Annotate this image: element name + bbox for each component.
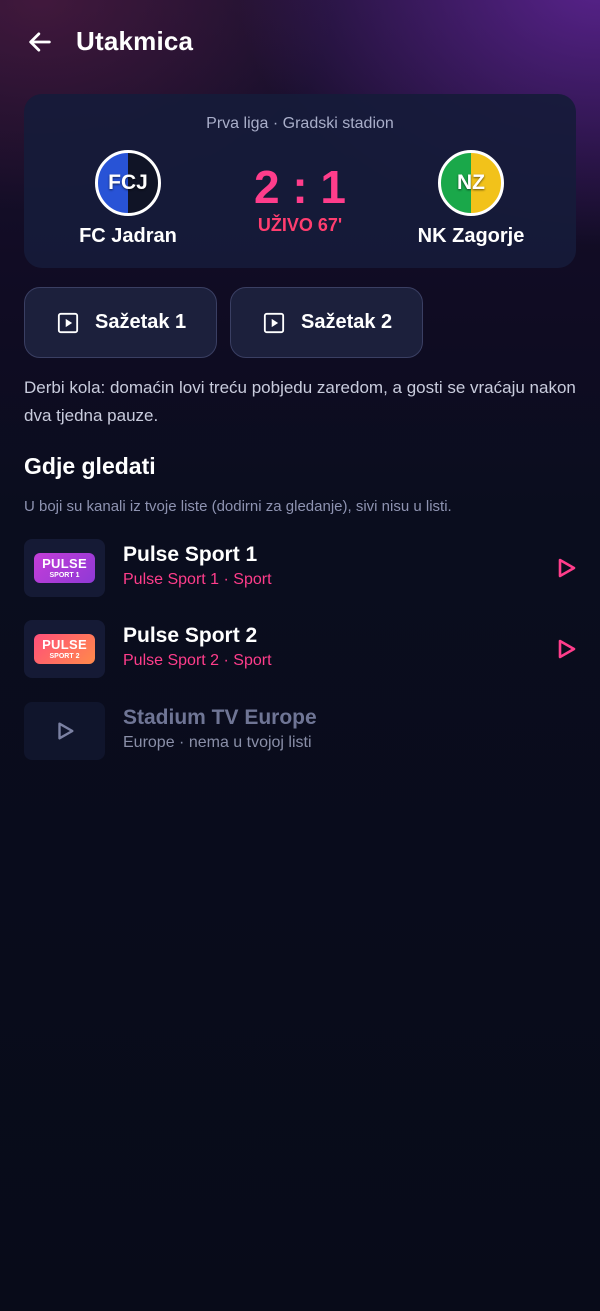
channel-meta: Pulse Sport 2 · Sport [123, 652, 272, 669]
play-square-icon [57, 312, 79, 333]
channel-item-pulse-sport-1[interactable]: PULSE SPORT 1 Pulse Sport 1 Pulse Sport … [24, 539, 584, 597]
play-icon[interactable] [554, 637, 578, 661]
logo-text-top: PULSE [42, 637, 87, 652]
highlight-2-label: Sažetak 2 [301, 311, 393, 333]
highlight-1-button[interactable]: Sažetak 1 [24, 287, 217, 358]
play-square-icon [263, 312, 285, 333]
top-bar: Utakmica [0, 0, 600, 84]
play-icon [57, 722, 74, 740]
live-status: UŽIVO 67' [257, 215, 343, 235]
home-team-abbr: FCJ [108, 171, 148, 194]
home-team-name: FC Jadran [79, 225, 177, 247]
channel-name: Stadium TV Europe [123, 706, 317, 729]
logo-text-bottom: SPORT 1 [49, 572, 80, 579]
channel-item-stadium-tv-europe: Stadium TV Europe Europe · nema u tvojoj… [24, 702, 584, 760]
highlight-2-button[interactable]: Sažetak 2 [230, 287, 423, 358]
channel-name: Pulse Sport 1 [123, 543, 258, 566]
home-team-crest: FCJ [95, 150, 161, 216]
channel-meta: Pulse Sport 1 · Sport [123, 571, 272, 588]
play-icon[interactable] [554, 556, 578, 580]
highlight-1-label: Sažetak 1 [95, 311, 187, 333]
channel-item-pulse-sport-2[interactable]: PULSE SPORT 2 Pulse Sport 2 Pulse Sport … [24, 620, 584, 678]
channel-name: Pulse Sport 2 [123, 624, 258, 647]
arrow-left-icon [29, 32, 51, 52]
match-score: 2 : 1 [253, 161, 347, 213]
away-team: NZ NK Zagorje [391, 150, 551, 248]
away-team-name: NK Zagorje [417, 225, 525, 247]
back-button[interactable] [22, 24, 58, 60]
page-title: Utakmica [76, 26, 194, 56]
home-team: FCJ FC Jadran [48, 150, 208, 248]
pulse-sport-1-logo: PULSE SPORT 1 [34, 553, 95, 583]
pulse-sport-2-logo: PULSE SPORT 2 [34, 634, 95, 664]
channel-logo-tile: PULSE SPORT 1 [24, 539, 105, 597]
channel-logo-tile: PULSE SPORT 2 [24, 620, 105, 678]
where-to-watch-subtitle: U boji su kanali iz tvoje liste (dodirni… [24, 498, 452, 515]
away-team-crest: NZ [438, 150, 504, 216]
channel-logo-tile [24, 702, 105, 760]
match-description: Derbi kola: domaćin lovi treću pobjedu z… [24, 378, 576, 425]
where-to-watch-title: Gdje gledati [24, 453, 156, 479]
match-card: Prva liga · Gradski stadion FCJ FC Jadra… [24, 94, 576, 268]
logo-text-bottom: SPORT 2 [49, 653, 80, 660]
league-venue: Prva liga · Gradski stadion [206, 115, 394, 132]
away-team-abbr: NZ [457, 171, 485, 194]
logo-text-top: PULSE [42, 556, 87, 571]
channel-meta: Europe · nema u tvojoj listi [123, 734, 312, 751]
